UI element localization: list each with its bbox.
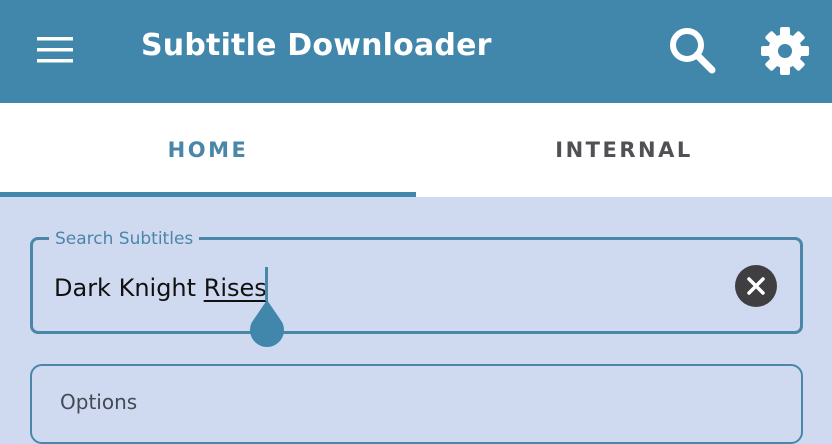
search-icon[interactable]: [664, 22, 720, 78]
search-input[interactable]: Dark Knight Rises: [54, 273, 267, 303]
tab-internal[interactable]: INTERNAL: [416, 103, 832, 197]
menu-icon[interactable]: [30, 30, 80, 70]
cursor-handle-icon[interactable]: [246, 298, 288, 352]
gear-icon[interactable]: [756, 22, 814, 80]
options-label: Options: [60, 390, 138, 414]
search-subtitles-field[interactable]: Search Subtitles Dark Knight Rises: [30, 229, 803, 334]
app-title: Subtitle Downloader: [141, 28, 492, 63]
tab-bar: HOME INTERNAL: [0, 103, 832, 197]
tab-indicator: [0, 192, 416, 197]
app-bar: Subtitle Downloader: [0, 0, 832, 103]
options-card[interactable]: Options: [30, 364, 803, 444]
search-value-plain: Dark Knight: [54, 274, 204, 302]
search-field-label: Search Subtitles: [49, 229, 200, 249]
text-cursor: [265, 267, 268, 301]
tab-home[interactable]: HOME: [0, 103, 416, 197]
close-icon[interactable]: [735, 265, 777, 307]
